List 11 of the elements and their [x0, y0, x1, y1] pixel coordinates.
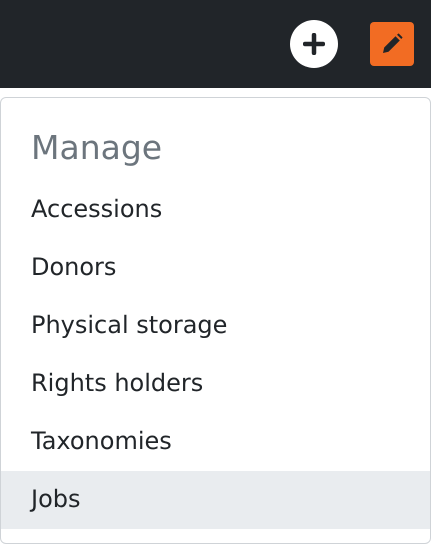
menu-item[interactable]: Physical storage [1, 297, 430, 355]
add-button[interactable] [290, 20, 338, 68]
plus-icon [303, 33, 325, 55]
pencil-icon [381, 33, 403, 55]
menu-item[interactable]: Accessions [1, 181, 430, 239]
menu-heading: Manage [30, 127, 164, 169]
menu-item[interactable]: Taxonomies [1, 413, 430, 471]
edit-button[interactable] [370, 22, 414, 66]
menu-item[interactable]: Jobs [1, 471, 430, 529]
menu-item[interactable]: Donors [1, 239, 430, 297]
menu-item[interactable]: Rights holders [1, 355, 430, 413]
